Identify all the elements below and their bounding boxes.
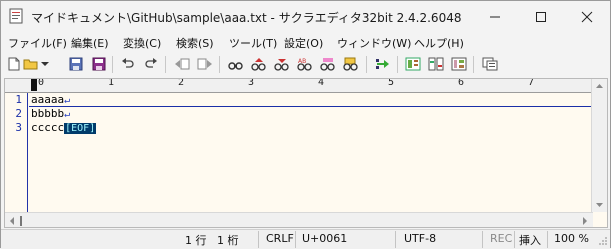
ruler-label: 6 — [458, 78, 465, 88]
maximize-button[interactable] — [518, 1, 564, 32]
open-file-icon[interactable] — [22, 55, 40, 73]
status-input-mode[interactable]: 挿入 — [519, 232, 541, 248]
compare-icon[interactable] — [427, 55, 445, 73]
vertical-scrollbar[interactable] — [591, 79, 607, 212]
ruler-label: 1 — [108, 78, 115, 88]
menu-edit[interactable]: 編集(E) — [71, 35, 109, 51]
window-title: マイドキュメント\GitHub\sample\aaa.txt - サクラエディタ… — [31, 11, 462, 25]
menu-tools[interactable]: ツール(T) — [229, 35, 277, 51]
line-number-gutter: 1 2 3 — [5, 93, 28, 213]
search-next-icon[interactable] — [273, 55, 291, 73]
status-zoom[interactable]: 100 % — [554, 232, 589, 245]
redo-icon[interactable] — [142, 55, 160, 73]
search-icon[interactable] — [227, 55, 245, 73]
menu-window[interactable]: ウィンドウ(W) — [337, 35, 411, 51]
newline-mark-icon: ↵ — [64, 109, 71, 120]
status-codepoint: U+0061 — [302, 232, 348, 245]
jump-back-icon[interactable] — [173, 55, 191, 73]
menu-bar: ファイル(F) 編集(E) 変換(C) 検索(S) ツール(T) 設定(O) ウ… — [1, 32, 610, 52]
save-icon[interactable] — [67, 55, 85, 73]
app-icon — [9, 8, 23, 24]
status-newline[interactable]: CRLF — [266, 232, 294, 245]
line-number: 3 — [15, 121, 22, 134]
ruler-label: 7 — [528, 78, 535, 88]
jump-forward-icon[interactable] — [196, 55, 214, 73]
sakura-editor-window: マイドキュメント\GitHub\sample\aaa.txt - サクラエディタ… — [0, 0, 611, 249]
new-file-icon[interactable] — [5, 55, 23, 73]
dropdown-arrow-icon[interactable] — [40, 55, 50, 73]
line-number: 1 — [15, 93, 22, 106]
scroll-arrows-icon — [596, 84, 603, 207]
text-editor[interactable]: 0 1 2 3 4 5 6 7 1 2 3 aaaaa↵ bbbbb↵ cccc… — [4, 78, 608, 228]
menu-file[interactable]: ファイル(F) — [8, 35, 67, 51]
status-bar: 1 行 1 桁 CRLF U+0061 UTF-8 REC 挿入 100 % — [1, 229, 610, 249]
grep-icon[interactable] — [342, 55, 360, 73]
ruler-label: 2 — [178, 78, 185, 88]
menu-settings[interactable]: 設定(O) — [284, 35, 323, 51]
status-rec: REC — [490, 232, 513, 245]
line-number: 2 — [15, 107, 22, 120]
settings-icon[interactable] — [450, 55, 468, 73]
undo-icon[interactable] — [119, 55, 137, 73]
line-content: ccccc — [31, 121, 65, 134]
replace-icon[interactable]: AB — [296, 55, 314, 73]
status-encoding[interactable]: UTF-8 — [404, 232, 436, 245]
search-clear-icon[interactable] — [319, 55, 337, 73]
close-icon — [581, 11, 593, 22]
window-list-icon[interactable] — [481, 55, 499, 73]
line-content: aaaaa — [31, 93, 65, 106]
ruler-label: 0 — [38, 78, 45, 88]
text-line: aaaaa↵ — [31, 93, 70, 106]
close-button[interactable] — [564, 1, 610, 32]
minimize-icon — [490, 16, 500, 17]
search-previous-icon[interactable] — [250, 55, 268, 73]
toolbar: AB — [1, 52, 610, 77]
ruler-ticks — [31, 79, 37, 91]
resize-grip-icon[interactable] — [598, 236, 608, 246]
maximize-icon — [536, 11, 546, 22]
outline-icon[interactable] — [404, 55, 422, 73]
ruler-label: 3 — [248, 78, 255, 88]
text-line: bbbbb↵ — [31, 107, 70, 120]
horizontal-scrollbar[interactable] — [5, 212, 593, 227]
tag-jump-icon[interactable] — [374, 55, 392, 73]
text-line: ccccc[EOF] — [31, 121, 97, 134]
minimize-button[interactable] — [472, 1, 518, 32]
menu-help[interactable]: ヘルプ(H) — [414, 35, 464, 51]
menu-convert[interactable]: 変換(C) — [123, 35, 161, 51]
column-ruler: 0 1 2 3 4 5 6 7 — [5, 79, 593, 93]
ruler-label: 4 — [318, 78, 325, 88]
title-bar: マイドキュメント\GitHub\sample\aaa.txt - サクラエディタ… — [1, 1, 610, 32]
line-content: bbbbb — [31, 107, 65, 120]
scroll-arrows-icon — [10, 216, 587, 226]
status-line: 1 行 — [185, 234, 207, 247]
save-all-icon[interactable] — [90, 55, 108, 73]
eof-marker: [EOF] — [64, 123, 97, 134]
ruler-label: 5 — [388, 78, 395, 88]
menu-search[interactable]: 検索(S) — [176, 35, 214, 51]
cursor-line-underline — [29, 106, 592, 107]
newline-mark-icon: ↵ — [64, 95, 71, 106]
status-column: 1 桁 — [217, 234, 239, 247]
